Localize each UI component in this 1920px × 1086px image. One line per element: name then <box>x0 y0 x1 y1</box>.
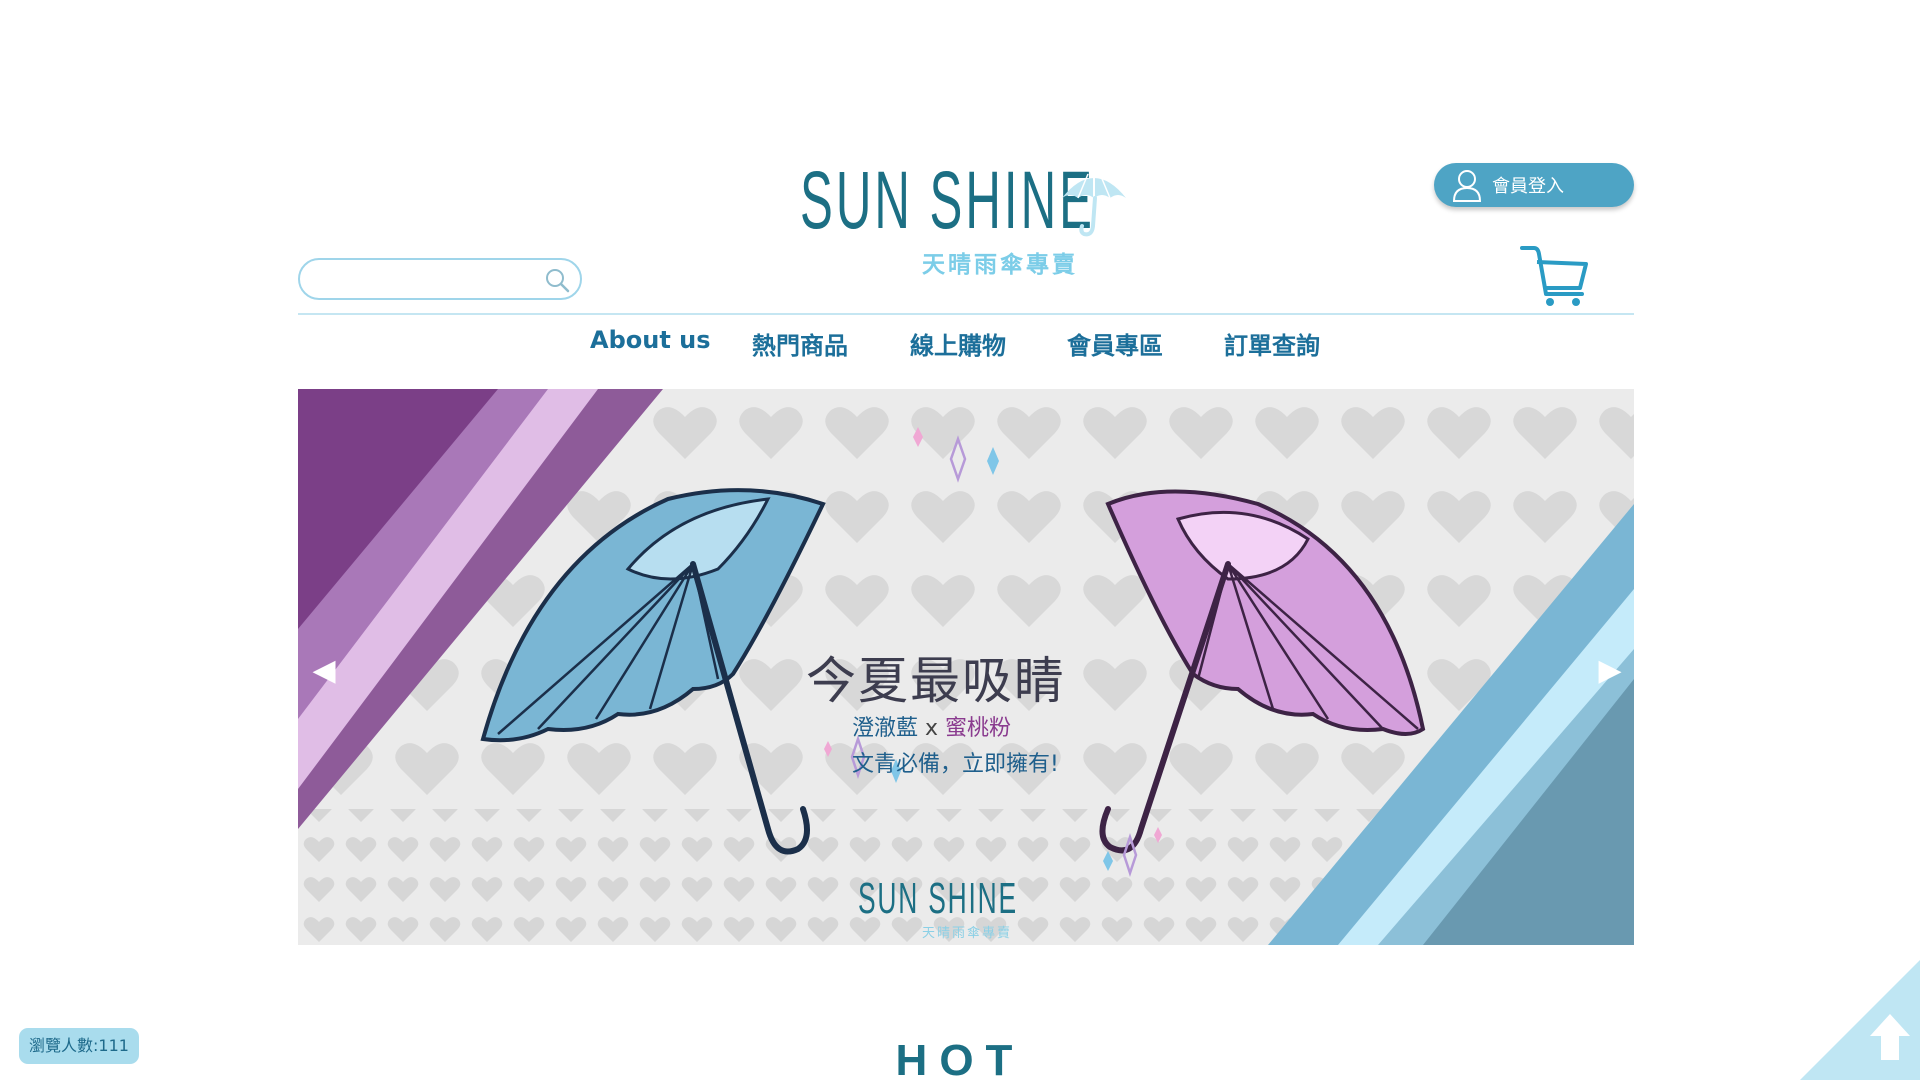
banner-subtitle-pink: 蜜桃粉 <box>945 716 1012 741</box>
banner-logo: SUN SHINE 天晴雨傘專賣 <box>858 877 1058 945</box>
umbrella-logo-icon <box>1062 170 1126 237</box>
search-icon[interactable] <box>544 267 570 293</box>
banner-subtitle-blue: 澄澈藍 <box>852 716 919 741</box>
search-box[interactable] <box>298 258 582 300</box>
banner-subtitle-x: x <box>918 716 946 741</box>
header-divider <box>298 313 1634 315</box>
logo-subtitle: 天晴雨傘專賣 <box>922 251 1078 278</box>
cart-icon[interactable] <box>1520 244 1592 310</box>
hot-section-title: HOT <box>895 1036 1025 1085</box>
logo-text: SUN SHINE <box>800 155 1095 246</box>
banner-subtitle-2: 文青必備，立即擁有! <box>852 752 1059 777</box>
nav-item-online-shopping[interactable]: 線上購物 <box>910 326 1006 361</box>
member-login-button[interactable]: 會員登入 <box>1434 163 1634 207</box>
nav-item-member-area[interactable]: 會員專區 <box>1067 326 1163 361</box>
site-logo[interactable]: SUN SHINE 天晴雨傘專賣 <box>800 160 1140 280</box>
banner-logo-text: SUN SHINE <box>858 874 1018 923</box>
login-label: 會員登入 <box>1492 176 1564 197</box>
shopping-cart[interactable] <box>1520 244 1592 314</box>
banner-subtitle: 澄澈藍 x 蜜桃粉 <box>852 710 1011 742</box>
nav-item-hot-products[interactable]: 熱門商品 <box>752 326 848 361</box>
banner-headline: 今夏最吸睛 <box>806 652 1066 710</box>
hero-banner[interactable]: ◀ ▶ 今夏最吸睛 澄澈藍 x 蜜桃粉 文青必備，立即擁有! SUN SHINE… <box>298 389 1634 945</box>
banner-logo-subtitle: 天晴雨傘專賣 <box>922 926 1013 941</box>
banner-prev-arrow[interactable]: ◀ <box>304 651 344 691</box>
nav-item-order-lookup[interactable]: 訂單查詢 <box>1224 326 1320 361</box>
back-to-top-button[interactable] <box>1800 960 1920 1080</box>
nav-item-about-us[interactable]: About us <box>590 326 711 354</box>
search-input[interactable] <box>316 268 540 292</box>
banner-next-arrow[interactable]: ▶ <box>1590 651 1630 691</box>
main-nav: About us 熱門商品 線上購物 會員專區 訂單查詢 <box>0 326 1920 370</box>
user-icon <box>1452 170 1482 202</box>
